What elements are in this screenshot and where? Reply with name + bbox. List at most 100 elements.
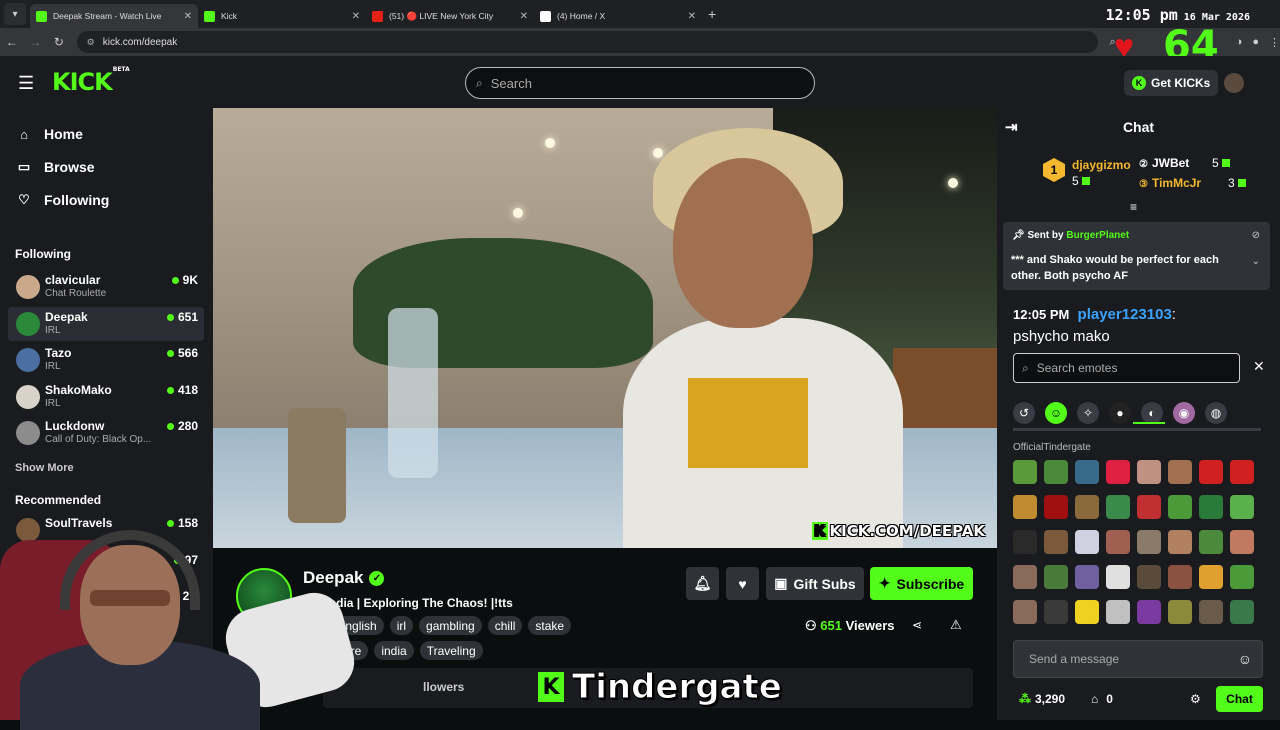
- follow-heart-button[interactable]: ♥: [726, 567, 759, 600]
- get-kicks-button[interactable]: K Get KICKs: [1124, 70, 1219, 96]
- emote-icon[interactable]: [1075, 460, 1099, 484]
- sidebar-channel[interactable]: ShakoMako IRL 418: [8, 380, 204, 414]
- emote-icon[interactable]: [1106, 495, 1130, 519]
- nav-browse[interactable]: ▭ Browse: [16, 159, 95, 175]
- emote-icon[interactable]: [1075, 530, 1099, 554]
- search-input[interactable]: ⌕ Search: [465, 67, 815, 99]
- emote-icon[interactable]: [1168, 565, 1192, 589]
- emote-search-input[interactable]: ⌕ Search emotes: [1013, 353, 1240, 383]
- emote-tab-5[interactable]: ◉: [1173, 402, 1195, 424]
- close-icon[interactable]: ✕: [1253, 358, 1265, 375]
- kick-logo[interactable]: KICKBETA: [52, 66, 130, 96]
- emote-tab-2[interactable]: ✧: [1077, 402, 1099, 424]
- emote-icon[interactable]: [1044, 530, 1068, 554]
- emote-icon[interactable]: [1137, 530, 1161, 554]
- close-tab-icon[interactable]: ✕: [520, 11, 528, 22]
- emote-icon[interactable]: [1013, 495, 1037, 519]
- gift-subs-button[interactable]: ▣ Gift Subs: [766, 567, 864, 600]
- emote-icon[interactable]: [1044, 495, 1068, 519]
- stream-tag[interactable]: chill: [487, 616, 523, 635]
- back-icon[interactable]: ←: [0, 35, 24, 49]
- emote-icon[interactable]: [1044, 565, 1068, 589]
- site-info-icon[interactable]: ⚙: [87, 37, 95, 48]
- user-avatar[interactable]: [1224, 73, 1244, 93]
- stream-tag[interactable]: Traveling: [419, 641, 483, 660]
- emote-tab-3[interactable]: ●: [1109, 402, 1131, 424]
- stream-tag[interactable]: gambling: [419, 616, 482, 635]
- report-icon[interactable]: ⚠: [950, 617, 962, 633]
- send-chat-button[interactable]: Chat: [1216, 686, 1263, 712]
- chat-username[interactable]: player123103: [1078, 306, 1172, 323]
- emote-tabs-scrollbar[interactable]: [1013, 428, 1261, 431]
- emote-picker-icon[interactable]: ☺: [1238, 651, 1252, 667]
- emote-icon[interactable]: [1137, 460, 1161, 484]
- browser-tab[interactable]: Deepak Stream - Watch Live ✕: [30, 4, 198, 28]
- extensions-icon[interactable]: ◑: [1236, 36, 1243, 48]
- emote-icon[interactable]: [1230, 530, 1254, 554]
- video-player[interactable]: K KICK.COM/DEEPAK: [213, 108, 997, 548]
- nav-following[interactable]: ♡ Following: [16, 192, 109, 208]
- emote-icon[interactable]: [1137, 565, 1161, 589]
- close-tab-icon[interactable]: ✕: [688, 11, 696, 22]
- emote-icon[interactable]: [1199, 565, 1223, 589]
- close-tab-icon[interactable]: ✕: [352, 11, 360, 22]
- emote-icon[interactable]: [1075, 600, 1099, 624]
- hamburger-menu-icon[interactable]: ☰: [18, 73, 34, 94]
- sidebar-channel[interactable]: Tazo IRL 566: [8, 343, 204, 377]
- emote-icon[interactable]: [1075, 495, 1099, 519]
- emote-tab-6[interactable]: ◍: [1205, 402, 1227, 424]
- notification-bell-button[interactable]: 🔔︎: [686, 567, 719, 600]
- streamer-name[interactable]: Deepak ✓: [303, 568, 385, 588]
- emote-icon[interactable]: [1199, 530, 1223, 554]
- stream-tag[interactable]: stake: [528, 616, 572, 635]
- expand-leaderboard-icon[interactable]: ≡: [1130, 200, 1137, 214]
- emote-icon[interactable]: [1230, 495, 1254, 519]
- forward-icon[interactable]: →: [24, 35, 48, 49]
- share-icon[interactable]: ⋖: [912, 618, 922, 632]
- url-field[interactable]: ⚙ kick.com/deepak: [76, 31, 1098, 53]
- leader-name[interactable]: ③ TimMcJr: [1139, 176, 1201, 190]
- emote-icon[interactable]: [1168, 600, 1192, 624]
- emote-icon[interactable]: [1044, 600, 1068, 624]
- emote-tab-1[interactable]: ☺: [1045, 402, 1067, 424]
- emote-tab-4[interactable]: ◐: [1141, 402, 1163, 424]
- browser-menu-icon[interactable]: ⋮: [1269, 36, 1280, 49]
- emote-icon[interactable]: [1013, 460, 1037, 484]
- hide-pinned-icon[interactable]: ⊘: [1252, 230, 1260, 241]
- reload-icon[interactable]: ↻: [47, 35, 71, 49]
- emote-icon[interactable]: [1013, 600, 1037, 624]
- emote-icon[interactable]: [1106, 565, 1130, 589]
- emote-icon[interactable]: [1106, 460, 1130, 484]
- emote-icon[interactable]: [1075, 565, 1099, 589]
- recent-emotes-icon[interactable]: ↺: [1013, 402, 1035, 424]
- collapse-chat-icon[interactable]: ⇥: [1005, 118, 1018, 136]
- leader-name[interactable]: ② JWBet: [1139, 156, 1189, 170]
- emote-icon[interactable]: [1137, 600, 1161, 624]
- emote-icon[interactable]: [1230, 460, 1254, 484]
- emote-icon[interactable]: [1199, 495, 1223, 519]
- browser-tab[interactable]: (51) 🔴 LIVE New York City ✕: [366, 4, 534, 28]
- emote-icon[interactable]: [1106, 600, 1130, 624]
- emote-icon[interactable]: [1137, 495, 1161, 519]
- emote-icon[interactable]: [1199, 460, 1223, 484]
- drops-counter[interactable]: ⌂ 0: [1091, 692, 1113, 706]
- emote-icon[interactable]: [1230, 565, 1254, 589]
- profile-icon[interactable]: ●: [1252, 36, 1259, 48]
- stream-tag[interactable]: irl: [389, 616, 414, 635]
- channel-points[interactable]: ⁂ 3,290: [1019, 692, 1065, 706]
- leader-name[interactable]: djaygizmo: [1072, 158, 1131, 172]
- emote-icon[interactable]: [1013, 530, 1037, 554]
- emote-icon[interactable]: [1230, 600, 1254, 624]
- tab-search-button[interactable]: ▾: [4, 3, 26, 25]
- browser-tab[interactable]: (4) Home / X ✕: [534, 4, 702, 28]
- emote-icon[interactable]: [1199, 600, 1223, 624]
- browser-tab[interactable]: Kick ✕: [198, 4, 366, 28]
- emote-icon[interactable]: [1168, 530, 1192, 554]
- stream-tag[interactable]: india: [374, 641, 414, 660]
- emote-icon[interactable]: [1168, 460, 1192, 484]
- emote-icon[interactable]: [1168, 495, 1192, 519]
- gear-icon[interactable]: ⚙: [1190, 692, 1201, 706]
- chevron-down-icon[interactable]: ⌄: [1252, 256, 1260, 267]
- emote-icon[interactable]: [1044, 460, 1068, 484]
- subscribe-button[interactable]: ✦ Subscribe: [870, 567, 973, 600]
